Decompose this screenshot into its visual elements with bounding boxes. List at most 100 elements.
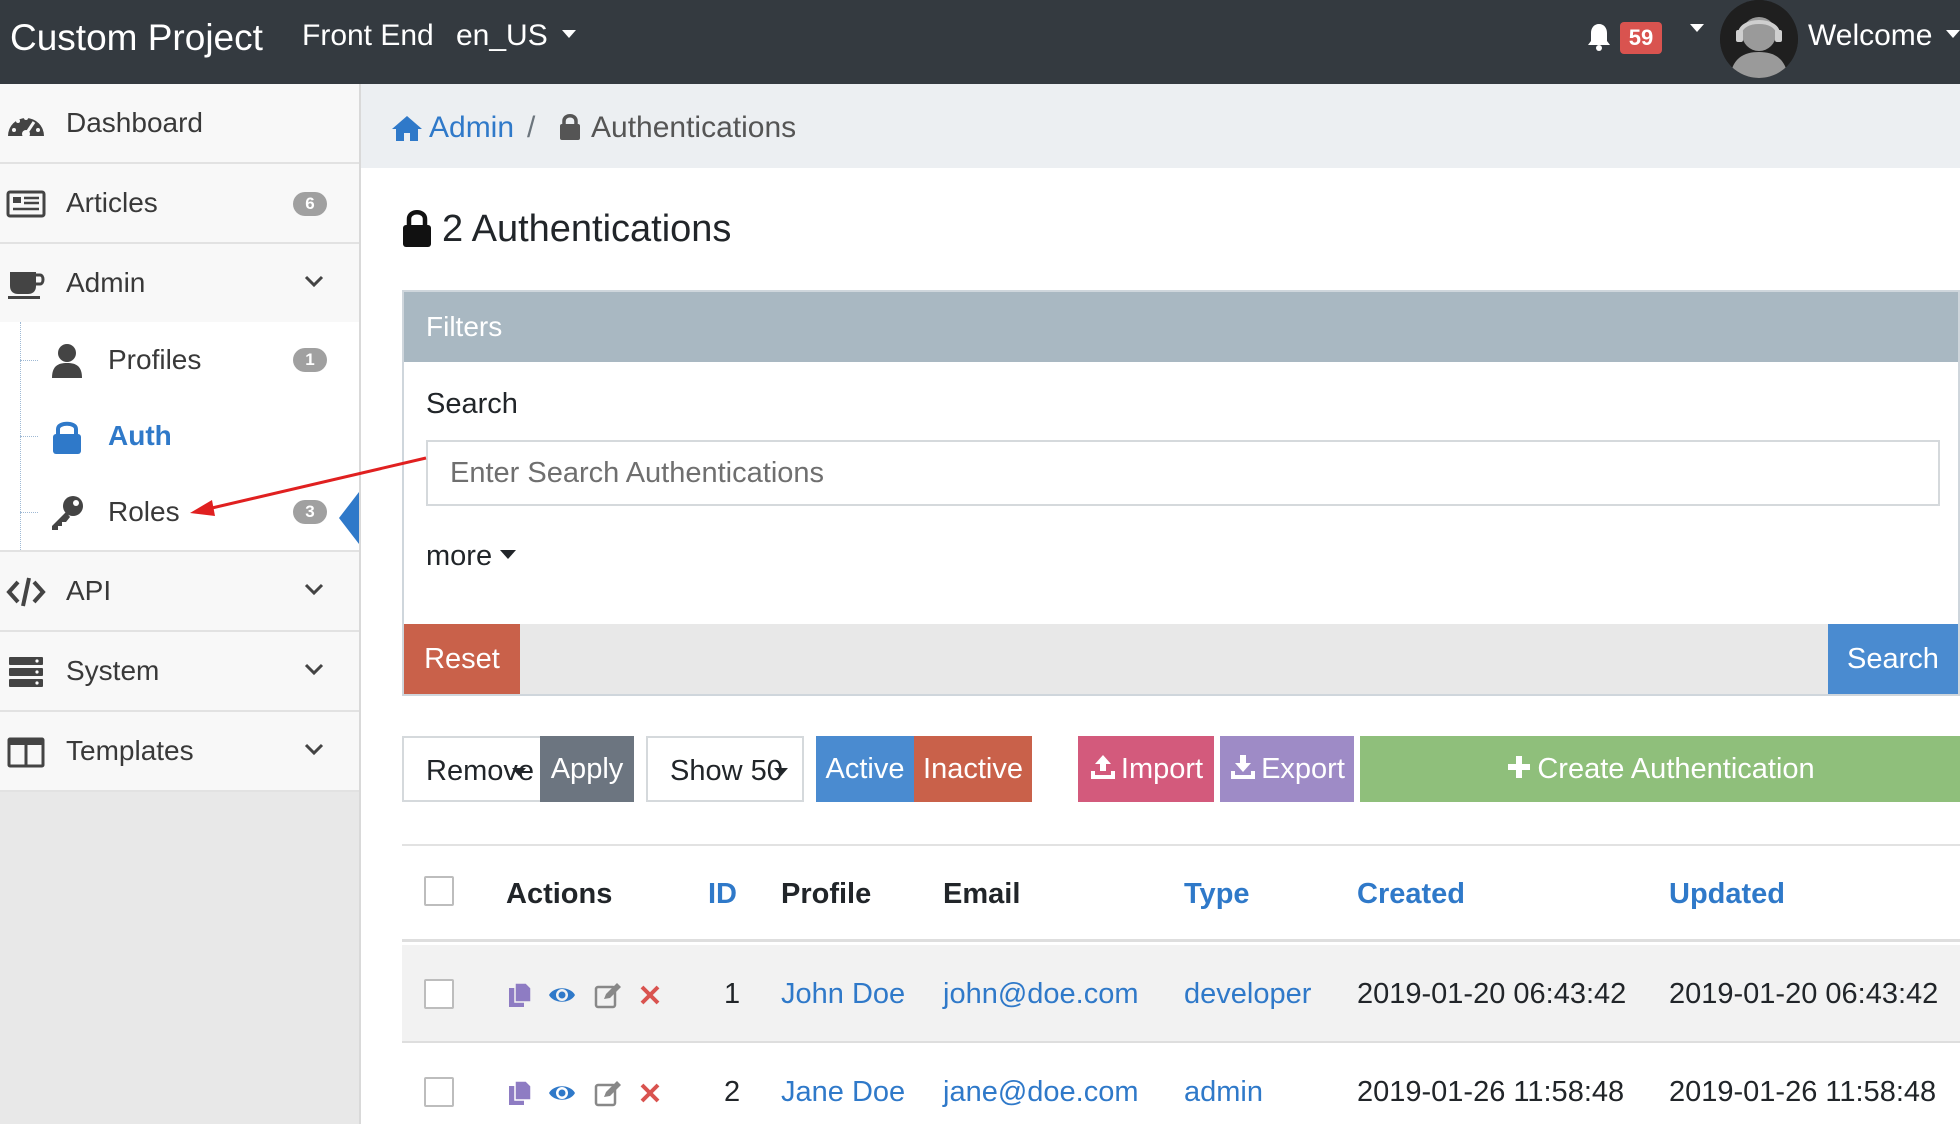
page-size-select[interactable]: Show 50 [646, 736, 804, 802]
sidebar-item-label: System [66, 655, 160, 686]
import-button[interactable]: Import [1078, 736, 1214, 802]
edit-icon[interactable] [594, 1079, 622, 1107]
search-button[interactable]: Search [1828, 624, 1958, 694]
chevron-down-icon [304, 275, 324, 288]
language-dropdown[interactable]: en_US [456, 0, 576, 84]
chevron-down-icon [304, 583, 324, 596]
page-title: 2 Authentications [442, 208, 732, 250]
column-header-created[interactable]: Created [1357, 846, 1465, 942]
select-all-checkbox[interactable] [424, 876, 454, 906]
column-header-id[interactable]: ID [708, 846, 737, 942]
filters-footer: Reset Search [404, 624, 1958, 694]
table-row: 1 John Doe john@doe.com developer 2019-0… [402, 945, 1960, 1043]
columns-icon [7, 737, 45, 768]
server-icon [9, 657, 43, 687]
cell-profile-link[interactable]: John Doe [781, 945, 905, 1043]
column-header-profile: Profile [781, 878, 872, 910]
eye-icon[interactable] [548, 1079, 576, 1107]
breadcrumb-current: Authentications [591, 111, 797, 144]
caret-down-icon [500, 549, 517, 559]
notification-count-badge[interactable]: 59 [1620, 22, 1662, 54]
filters-panel: Filters Search more Reset Search [402, 290, 1960, 696]
search-label: Search [426, 388, 518, 420]
front-end-link[interactable]: Front End [302, 0, 434, 84]
brand-title[interactable]: Custom Project [10, 0, 263, 84]
inactive-filter-button[interactable]: Inactive [914, 736, 1032, 802]
cell-created: 2019-01-20 06:43:42 [1357, 978, 1627, 1010]
sidebar-item-system[interactable]: System [0, 632, 359, 712]
chevron-down-icon [561, 30, 576, 39]
create-authentication-button[interactable]: Create Authentication [1360, 736, 1960, 802]
cell-id: 1 [724, 978, 741, 1010]
cell-type-link[interactable]: developer [1184, 945, 1311, 1043]
export-button[interactable]: Export [1220, 736, 1354, 802]
create-label: Create Authentication [1537, 753, 1815, 785]
more-filters-toggle[interactable]: more [426, 528, 517, 584]
edit-icon[interactable] [594, 981, 622, 1009]
cell-email-link[interactable]: john@doe.com [943, 945, 1139, 1043]
sidebar-item-label: Auth [108, 420, 172, 451]
sidebar-item-profiles[interactable]: Profiles 1 [0, 322, 359, 398]
cell-id: 2 [724, 1076, 741, 1108]
sidebar: Dashboard Articles 6 Admin Profiles 1 Au… [0, 84, 361, 1124]
chevron-down-icon [304, 663, 324, 676]
sidebar-item-label: API [66, 575, 112, 606]
reset-button[interactable]: Reset [404, 624, 520, 694]
export-label: Export [1261, 753, 1345, 785]
copy-icon[interactable] [506, 1079, 534, 1107]
row-checkbox[interactable] [424, 1077, 454, 1107]
welcome-dropdown[interactable]: Welcome [1808, 0, 1960, 84]
breadcrumb-admin-link[interactable]: Admin [429, 84, 514, 172]
upload-icon [1090, 755, 1115, 780]
column-header-email: Email [943, 878, 1021, 910]
delete-icon[interactable] [636, 981, 664, 1009]
chevron-down-icon[interactable] [1690, 24, 1704, 32]
download-icon [1231, 755, 1256, 780]
column-header-actions: Actions [506, 878, 613, 910]
copy-icon[interactable] [506, 981, 534, 1009]
sidebar-item-label: Articles [66, 187, 158, 218]
avatar-icon [1720, 0, 1798, 78]
sidebar-item-admin[interactable]: Admin [0, 244, 359, 324]
breadcrumb: Admin / Authentications [361, 84, 1960, 168]
eye-icon[interactable] [548, 981, 576, 1009]
key-icon [52, 496, 83, 530]
column-header-type[interactable]: Type [1184, 846, 1250, 942]
delete-icon[interactable] [636, 1079, 664, 1107]
active-filter-button[interactable]: Active [816, 736, 914, 802]
cell-email-link[interactable]: jane@doe.com [943, 1043, 1139, 1124]
apply-button[interactable]: Apply [540, 736, 634, 802]
sidebar-item-api[interactable]: API [0, 552, 359, 632]
lock-icon [403, 210, 431, 247]
import-label: Import [1120, 753, 1204, 785]
column-header-updated[interactable]: Updated [1669, 846, 1785, 942]
count-badge: 6 [293, 192, 327, 216]
coffee-icon [8, 272, 45, 299]
table-header: Actions ID Profile Email Type Created Up… [402, 846, 1960, 942]
sidebar-item-auth[interactable]: Auth [0, 398, 359, 474]
chevron-down-icon [304, 743, 324, 756]
cell-created: 2019-01-26 11:58:48 [1357, 1076, 1625, 1108]
sidebar-item-label: Admin [66, 267, 146, 298]
avatar[interactable] [1720, 0, 1798, 78]
cell-updated: 2019-01-26 11:58:48 [1669, 1076, 1937, 1108]
home-icon[interactable] [391, 114, 423, 142]
caret-down-icon [774, 768, 788, 776]
newspaper-icon [6, 190, 46, 218]
cell-type-link[interactable]: admin [1184, 1043, 1263, 1124]
more-label: more [426, 540, 493, 572]
cell-profile-link[interactable]: Jane Doe [781, 1043, 905, 1124]
sidebar-item-articles[interactable]: Articles 6 [0, 164, 359, 244]
sidebar-item-dashboard[interactable]: Dashboard [0, 84, 359, 164]
search-input[interactable] [426, 440, 1940, 506]
bell-icon[interactable] [1586, 22, 1612, 52]
top-navbar: Custom Project Front End en_US 59 Welcom… [0, 0, 1960, 84]
row-checkbox[interactable] [424, 979, 454, 1009]
bulk-action-select[interactable]: Remove [402, 736, 542, 802]
welcome-label: Welcome [1808, 19, 1933, 52]
active-indicator [339, 492, 359, 544]
sidebar-item-templates[interactable]: Templates [0, 712, 359, 792]
filters-heading: Filters [426, 311, 503, 342]
caret-down-icon [512, 768, 526, 776]
sidebar-item-roles[interactable]: Roles 3 [0, 474, 359, 550]
